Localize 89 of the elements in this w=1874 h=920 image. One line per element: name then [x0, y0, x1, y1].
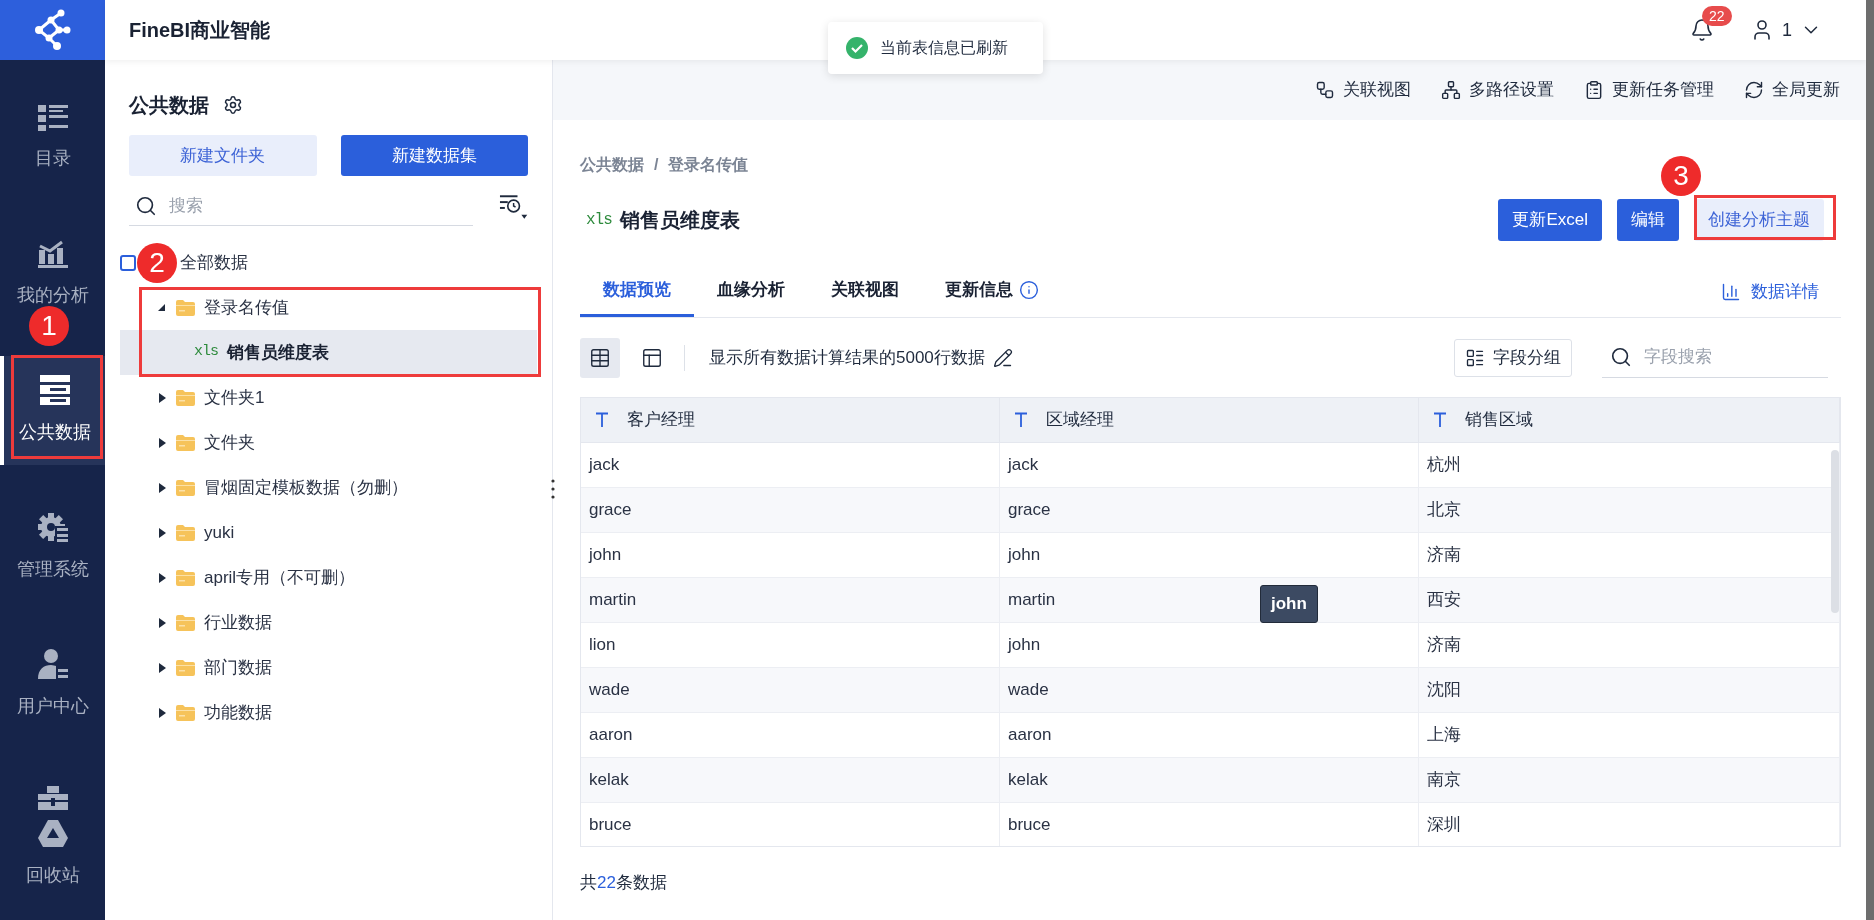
table-cell: jack: [1000, 443, 1419, 487]
tree-item-label: 行业数据: [204, 611, 272, 634]
tooltip: john: [1260, 585, 1318, 623]
tree-item-label: 部门数据: [204, 656, 272, 679]
user-name[interactable]: 1: [1782, 16, 1792, 44]
sidebar-item-label: 回收站: [25, 864, 80, 887]
table-cell: kelak: [1000, 758, 1419, 802]
table-cell: jack: [581, 443, 1000, 487]
sidebar-item-label: 我的分析: [16, 284, 89, 307]
sidebar-item-label: 管理系统: [16, 558, 89, 581]
app-title: FineBI商业智能: [129, 18, 271, 43]
folder-tree-item[interactable]: 登录名传值: [120, 285, 537, 330]
tab[interactable]: 更新信息: [922, 266, 1062, 317]
tree-item-label: april专用（不可删）: [204, 566, 356, 589]
table-cell: 济南: [1419, 623, 1840, 667]
sidebar-item-label: 目录: [34, 147, 71, 170]
sidebar-item-label: 公共数据: [18, 421, 91, 444]
sidebar-item[interactable]: 用户中心: [0, 649, 105, 720]
tree-item-label: 登录名传值: [204, 296, 289, 319]
toolbar-button[interactable]: 更新任务管理: [1584, 77, 1714, 103]
tab[interactable]: 数据预览: [580, 266, 694, 317]
tree-item-label: 文件夹1: [204, 386, 265, 409]
folder-tree-item[interactable]: 部门数据: [120, 645, 537, 690]
folder-tree-item[interactable]: 文件夹1: [120, 375, 537, 420]
table-cell: 沈阳: [1419, 668, 1840, 712]
table-cell: bruce: [581, 803, 1000, 846]
sidebar-item[interactable]: 管理系统: [0, 512, 105, 583]
table-cell: 深圳: [1419, 803, 1840, 846]
file-type-label: xls: [586, 210, 612, 231]
dataset-tree-item[interactable]: xls 销售员维度表: [120, 330, 537, 375]
folder-tree-item[interactable]: 行业数据: [120, 600, 537, 645]
tree-item-label: yuki: [204, 521, 235, 544]
table-cell: john: [581, 533, 1000, 577]
dataset-title: 销售员维度表: [619, 208, 740, 233]
table-cell: lion: [581, 623, 1000, 667]
data-details-link[interactable]: 数据详情: [1721, 266, 1841, 317]
tab[interactable]: 关联视图: [808, 266, 922, 317]
tree-item-label: 文件夹: [204, 431, 255, 454]
breadcrumb-link[interactable]: 登录名传值: [668, 153, 749, 177]
sidebar-item-label: 用户中心: [16, 695, 89, 718]
breadcrumb-link[interactable]: 公共数据: [580, 153, 644, 177]
table-cell: 南京: [1419, 758, 1840, 802]
table-cell: kelak: [581, 758, 1000, 802]
table-cell: wade: [581, 668, 1000, 712]
folder-tree-item[interactable]: yuki: [120, 510, 537, 555]
notification-count: 22: [1702, 6, 1732, 26]
toolbar-button[interactable]: 多路径设置: [1441, 77, 1554, 103]
sidebar-item[interactable]: 我的分析: [0, 238, 105, 309]
folder-tree-item[interactable]: 冒烟固定模板数据（勿删）: [120, 465, 537, 510]
row-count-text: 共22条数据: [580, 872, 668, 894]
table-cell: john: [1000, 533, 1419, 577]
row-limit-note: 显示所有数据计算结果的5000行数据: [709, 346, 985, 369]
folder-tree-item[interactable]: april专用（不可删）: [120, 555, 537, 600]
toolbar-button[interactable]: 关联视图: [1315, 77, 1411, 103]
folder-tree-item[interactable]: 文件夹: [120, 420, 537, 465]
table-cell: bruce: [1000, 803, 1419, 846]
tree-item-label: 冒烟固定模板数据（勿删）: [204, 476, 408, 499]
sidebar-item[interactable]: 回收站: [0, 786, 105, 889]
action-button[interactable]: 编辑: [1617, 199, 1679, 241]
tree-item-label: 功能数据: [204, 701, 272, 724]
column-header[interactable]: 客户经理: [581, 398, 1000, 442]
toolbar-button[interactable]: 全局更新: [1744, 77, 1840, 103]
folder-tree-item[interactable]: 功能数据: [120, 690, 537, 735]
toast-message: 当前表信息已刷新: [880, 38, 1008, 58]
sidebar-item[interactable]: 公共数据: [0, 356, 105, 465]
step-badge: 2: [137, 243, 177, 283]
table-cell: 上海: [1419, 713, 1840, 757]
table-cell: grace: [1000, 488, 1419, 532]
table-cell: wade: [1000, 668, 1419, 712]
field-group-button[interactable]: 字段分组: [1454, 338, 1572, 377]
tab[interactable]: 血缘分析: [694, 266, 808, 317]
field-search-field[interactable]: 字段搜索: [1644, 344, 1814, 370]
table-cell: martin: [581, 578, 1000, 622]
table-cell: aaron: [581, 713, 1000, 757]
column-header[interactable]: 区域经理: [1000, 398, 1419, 442]
search-field[interactable]: 搜索: [169, 192, 459, 219]
tree-item-label: 销售员维度表: [227, 341, 329, 364]
breadcrumb-separator: /: [654, 155, 659, 175]
sidebar-item[interactable]: 目录: [0, 105, 105, 172]
column-header[interactable]: 销售区域: [1419, 398, 1840, 442]
table-cell: aaron: [1000, 713, 1419, 757]
action-button[interactable]: 更新Excel: [1498, 199, 1602, 241]
step-badge: 3: [1661, 156, 1701, 196]
new-dataset-button[interactable]: 新建数据集: [340, 135, 528, 176]
file-type-label: xls: [194, 342, 218, 363]
new-folder-button[interactable]: 新建文件夹: [129, 135, 317, 176]
tree-root-label[interactable]: 全部数据: [180, 249, 248, 276]
panel-title: 公共数据: [129, 93, 209, 118]
table-cell: grace: [581, 488, 1000, 532]
